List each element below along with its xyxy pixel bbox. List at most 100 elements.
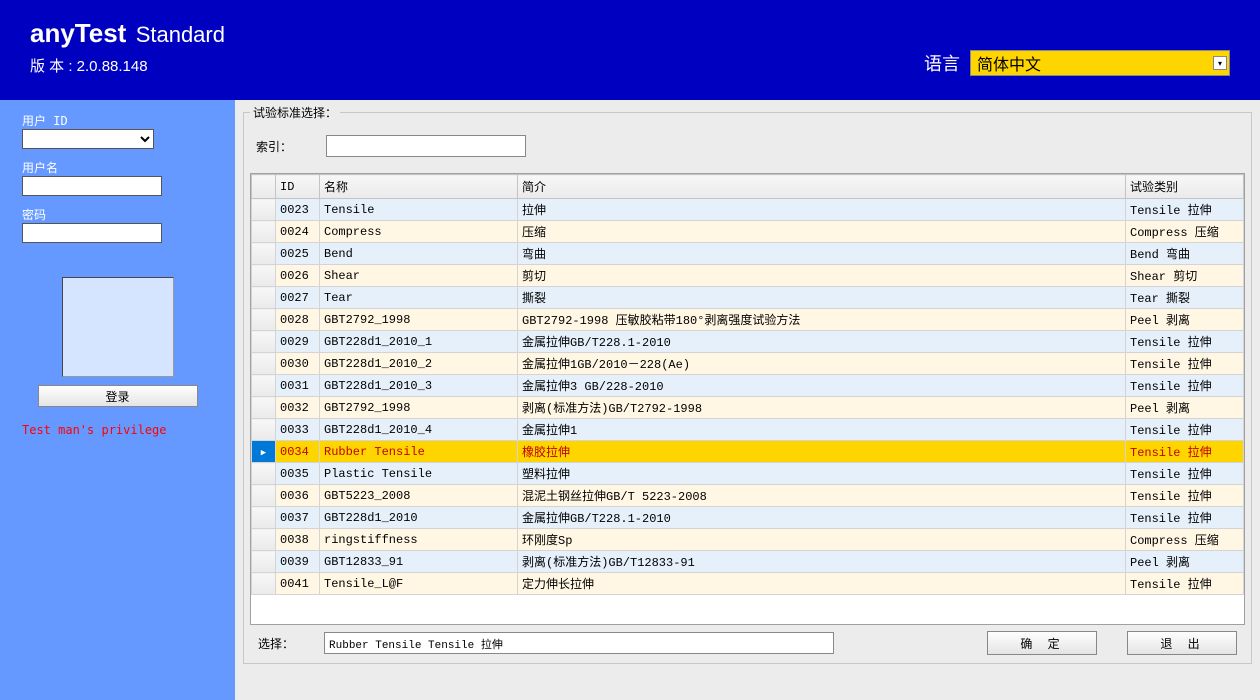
row-indicator <box>252 529 276 551</box>
user-id-select[interactable] <box>22 129 154 149</box>
cell-name: GBT2792_1998 <box>320 397 518 419</box>
cell-name: Tear <box>320 287 518 309</box>
password-input[interactable] <box>22 223 162 243</box>
cell-id: 0023 <box>276 199 320 221</box>
language-select[interactable]: 简体中文 ▾ <box>970 50 1230 76</box>
cat-column-header[interactable]: 试验类别 <box>1126 175 1244 199</box>
row-indicator <box>252 221 276 243</box>
row-indicator <box>252 375 276 397</box>
panel-legend: 试验标准选择： <box>250 104 340 121</box>
cell-cat: Tensile 拉伸 <box>1126 485 1244 507</box>
app-header: anyTest Standard 版 本 : 2.0.88.148 语言 简体中… <box>0 0 1260 100</box>
exit-button[interactable]: 退 出 <box>1127 631 1237 655</box>
desc-column-header[interactable]: 简介 <box>518 175 1126 199</box>
name-column-header[interactable]: 名称 <box>320 175 518 199</box>
cell-id: 0039 <box>276 551 320 573</box>
table-row[interactable]: 0031GBT228d1_2010_3金属拉伸3 GB/228-2010Tens… <box>252 375 1244 397</box>
user-id-label: 用户 ID <box>22 112 213 129</box>
table-row[interactable]: ▶0034Rubber Tensile橡胶拉伸Tensile 拉伸 <box>252 441 1244 463</box>
cell-name: GBT228d1_2010_2 <box>320 353 518 375</box>
id-column-header[interactable]: ID <box>276 175 320 199</box>
cell-id: 0032 <box>276 397 320 419</box>
cell-name: GBT228d1_2010 <box>320 507 518 529</box>
table-row[interactable]: 0027Tear撕裂Tear 撕裂 <box>252 287 1244 309</box>
app-subtitle: Standard <box>136 22 225 47</box>
table-row[interactable]: 0025Bend弯曲Bend 弯曲 <box>252 243 1244 265</box>
cell-id: 0041 <box>276 573 320 595</box>
cell-id: 0034 <box>276 441 320 463</box>
table-row[interactable]: 0026Shear剪切Shear 剪切 <box>252 265 1244 287</box>
row-indicator <box>252 331 276 353</box>
cell-cat: Tensile 拉伸 <box>1126 573 1244 595</box>
table-row[interactable]: 0023Tensile拉伸Tensile 拉伸 <box>252 199 1244 221</box>
language-label: 语言 <box>924 50 960 76</box>
cell-cat: Compress 压缩 <box>1126 221 1244 243</box>
cell-id: 0029 <box>276 331 320 353</box>
privilege-text: Test man's privilege <box>22 423 213 437</box>
table-row[interactable]: 0035Plastic Tensile塑料拉伸Tensile 拉伸 <box>252 463 1244 485</box>
table-row[interactable]: 0030GBT228d1_2010_2金属拉伸1GB/2010－228(Ae)T… <box>252 353 1244 375</box>
table-row[interactable]: 0039GBT12833_91剥离(标准方法)GB/T12833-91Peel … <box>252 551 1244 573</box>
cell-cat: Tensile 拉伸 <box>1126 441 1244 463</box>
row-indicator <box>252 397 276 419</box>
search-input[interactable] <box>326 135 526 157</box>
cell-desc: 压缩 <box>518 221 1126 243</box>
table-row[interactable]: 0024Compress压缩Compress 压缩 <box>252 221 1244 243</box>
cell-cat: Tensile 拉伸 <box>1126 353 1244 375</box>
row-indicator <box>252 419 276 441</box>
cell-cat: Compress 压缩 <box>1126 529 1244 551</box>
cell-cat: Tensile 拉伸 <box>1126 463 1244 485</box>
cell-cat: Tensile 拉伸 <box>1126 331 1244 353</box>
user-photo-box <box>62 277 174 377</box>
cell-desc: 金属拉伸3 GB/228-2010 <box>518 375 1126 397</box>
row-indicator <box>252 309 276 331</box>
row-indicator <box>252 287 276 309</box>
row-indicator <box>252 243 276 265</box>
cell-desc: 金属拉伸GB/T228.1-2010 <box>518 331 1126 353</box>
cell-id: 0027 <box>276 287 320 309</box>
login-button[interactable]: 登录 <box>38 385 198 407</box>
cell-name: GBT5223_2008 <box>320 485 518 507</box>
cell-name: GBT228d1_2010_3 <box>320 375 518 397</box>
table-row[interactable]: 0041Tensile_L@F定力伸长拉伸Tensile 拉伸 <box>252 573 1244 595</box>
row-indicator <box>252 265 276 287</box>
row-header-column <box>252 175 276 199</box>
language-value: 简体中文 <box>977 51 1041 75</box>
cell-desc: 撕裂 <box>518 287 1126 309</box>
cell-name: Compress <box>320 221 518 243</box>
table-row[interactable]: 0038ringstiffness环刚度SpCompress 压缩 <box>252 529 1244 551</box>
table-row[interactable]: 0029GBT228d1_2010_1金属拉伸GB/T228.1-2010Ten… <box>252 331 1244 353</box>
cell-name: Rubber Tensile <box>320 441 518 463</box>
cell-id: 0036 <box>276 485 320 507</box>
cell-id: 0031 <box>276 375 320 397</box>
row-indicator <box>252 485 276 507</box>
table-row[interactable]: 0036GBT5223_2008混泥土钢丝拉伸GB/T 5223-2008Ten… <box>252 485 1244 507</box>
cell-id: 0033 <box>276 419 320 441</box>
cell-cat: Peel 剥离 <box>1126 309 1244 331</box>
cell-cat: Peel 剥离 <box>1126 397 1244 419</box>
content-area: 试验标准选择： 索引： ID 名称 简介 试验类别 <box>235 100 1260 700</box>
user-name-input[interactable] <box>22 176 162 196</box>
cell-id: 0035 <box>276 463 320 485</box>
cell-desc: GBT2792-1998 压敏胶粘带180°剥离强度试验方法 <box>518 309 1126 331</box>
ok-button[interactable]: 确 定 <box>987 631 1097 655</box>
table-row[interactable]: 0032GBT2792_1998剥离(标准方法)GB/T2792-1998Pee… <box>252 397 1244 419</box>
cell-id: 0025 <box>276 243 320 265</box>
cell-id: 0028 <box>276 309 320 331</box>
cell-desc: 金属拉伸GB/T228.1-2010 <box>518 507 1126 529</box>
cell-name: Bend <box>320 243 518 265</box>
cell-cat: Tensile 拉伸 <box>1126 507 1244 529</box>
row-indicator: ▶ <box>252 441 276 463</box>
cell-desc: 弯曲 <box>518 243 1126 265</box>
table-row[interactable]: 0033GBT228d1_2010_4金属拉伸1Tensile 拉伸 <box>252 419 1244 441</box>
cell-name: GBT12833_91 <box>320 551 518 573</box>
cell-cat: Bend 弯曲 <box>1126 243 1244 265</box>
cell-id: 0024 <box>276 221 320 243</box>
cell-name: GBT228d1_2010_4 <box>320 419 518 441</box>
cell-cat: Peel 剥离 <box>1126 551 1244 573</box>
table-row[interactable]: 0028GBT2792_1998GBT2792-1998 压敏胶粘带180°剥离… <box>252 309 1244 331</box>
app-title: anyTest <box>30 18 126 49</box>
table-row[interactable]: 0037GBT228d1_2010金属拉伸GB/T228.1-2010Tensi… <box>252 507 1244 529</box>
cell-desc: 剪切 <box>518 265 1126 287</box>
row-indicator <box>252 463 276 485</box>
